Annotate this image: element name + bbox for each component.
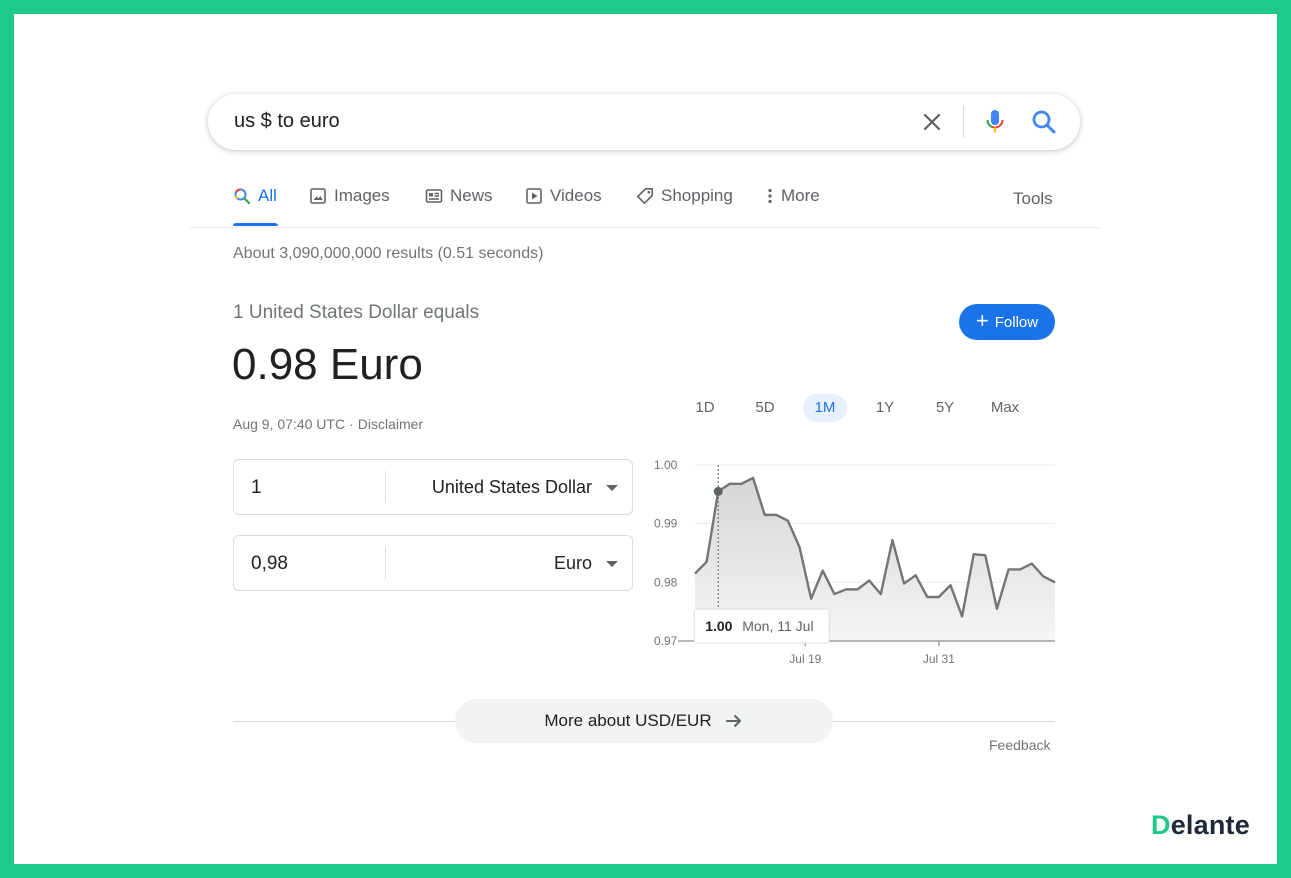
- disclaimer-link[interactable]: Disclaimer: [358, 416, 423, 432]
- conversion-result: 0.98 Euro: [232, 340, 423, 389]
- range-max[interactable]: Max: [983, 394, 1027, 422]
- news-icon: [425, 189, 443, 203]
- to-amount-input[interactable]: 0,98: [251, 553, 288, 575]
- dropdown-arrow-icon[interactable]: [606, 485, 618, 491]
- tab-all[interactable]: All: [233, 186, 277, 206]
- x-tick-label: Jul 19: [789, 652, 821, 666]
- tag-icon: [637, 188, 653, 204]
- tooltip-date: Mon, 11 Jul: [742, 618, 813, 634]
- from-amount-input[interactable]: 1: [251, 477, 262, 499]
- from-currency-row: 1 United States Dollar: [233, 459, 633, 515]
- video-icon: [526, 188, 542, 204]
- exchange-rate-chart[interactable]: 1.00 0.99 0.98 0.97 Jul 19 Jul 31 1.00 Mon, 11 …: [650, 450, 1060, 670]
- follow-label: Follow: [994, 313, 1039, 331]
- arrow-right-icon: [725, 715, 741, 727]
- tab-label: Shopping: [661, 186, 733, 205]
- microphone-icon[interactable]: [983, 108, 1007, 136]
- y-tick-label: 0.99: [654, 517, 678, 531]
- equals-label: 1 United States Dollar equals: [233, 302, 480, 323]
- timestamp: Aug 9, 07:40 UTC: [233, 416, 346, 432]
- range-5y[interactable]: 5Y: [923, 394, 967, 422]
- range-1d[interactable]: 1D: [683, 394, 727, 422]
- to-currency-select[interactable]: Euro: [554, 553, 592, 574]
- field-divider: [385, 547, 386, 579]
- tooltip-value: 1.00: [705, 618, 732, 634]
- search-icon[interactable]: [1031, 109, 1057, 135]
- more-about-label: More about USD/EUR: [544, 711, 712, 730]
- more-about-button[interactable]: More about USD/EUR: [455, 699, 833, 743]
- y-tick-label: 0.97: [654, 634, 678, 648]
- image-icon: [310, 188, 326, 204]
- dropdown-arrow-icon[interactable]: [606, 561, 618, 567]
- search-icon: [234, 188, 251, 205]
- search-divider: [963, 106, 964, 138]
- separator-dot: ·: [349, 416, 354, 432]
- tabs-divider: [190, 227, 1100, 228]
- range-5d[interactable]: 5D: [743, 394, 787, 422]
- logo-rest: elante: [1170, 810, 1250, 840]
- tab-news[interactable]: News: [425, 186, 493, 206]
- range-1m[interactable]: 1M: [803, 394, 847, 422]
- from-currency-select[interactable]: United States Dollar: [432, 477, 592, 498]
- feedback-link[interactable]: Feedback: [989, 737, 1050, 753]
- tab-label: More: [781, 186, 820, 205]
- more-vert-icon: [768, 188, 772, 204]
- y-tick-label: 0.98: [654, 575, 678, 589]
- tab-more[interactable]: More: [766, 186, 820, 206]
- search-box[interactable]: us $ to euro: [208, 94, 1080, 150]
- follow-button[interactable]: + Follow: [959, 304, 1055, 340]
- field-divider: [385, 471, 386, 503]
- clear-icon[interactable]: [920, 110, 944, 134]
- delante-logo: Delante: [1151, 810, 1250, 841]
- tools-button[interactable]: Tools: [1013, 189, 1053, 209]
- tab-shopping[interactable]: Shopping: [636, 186, 733, 206]
- logo-d: D: [1151, 810, 1171, 840]
- tab-label: Images: [334, 186, 390, 205]
- tab-videos[interactable]: Videos: [525, 186, 602, 206]
- hover-point: [713, 486, 723, 496]
- active-tab-indicator: [233, 223, 278, 226]
- tab-label: All: [258, 186, 277, 205]
- tab-label: Videos: [550, 186, 602, 205]
- range-1y[interactable]: 1Y: [863, 394, 907, 422]
- timestamp-line: Aug 9, 07:40 UTC · Disclaimer: [233, 416, 423, 432]
- tab-label: News: [450, 186, 493, 205]
- plus-icon: +: [975, 308, 989, 333]
- y-tick-label: 1.00: [654, 458, 678, 472]
- search-input[interactable]: us $ to euro: [234, 110, 340, 133]
- to-currency-row: 0,98 Euro: [233, 535, 633, 591]
- result-stats: About 3,090,000,000 results (0.51 second…: [233, 245, 544, 262]
- x-tick-label: Jul 31: [923, 652, 955, 666]
- tab-images[interactable]: Images: [309, 186, 390, 206]
